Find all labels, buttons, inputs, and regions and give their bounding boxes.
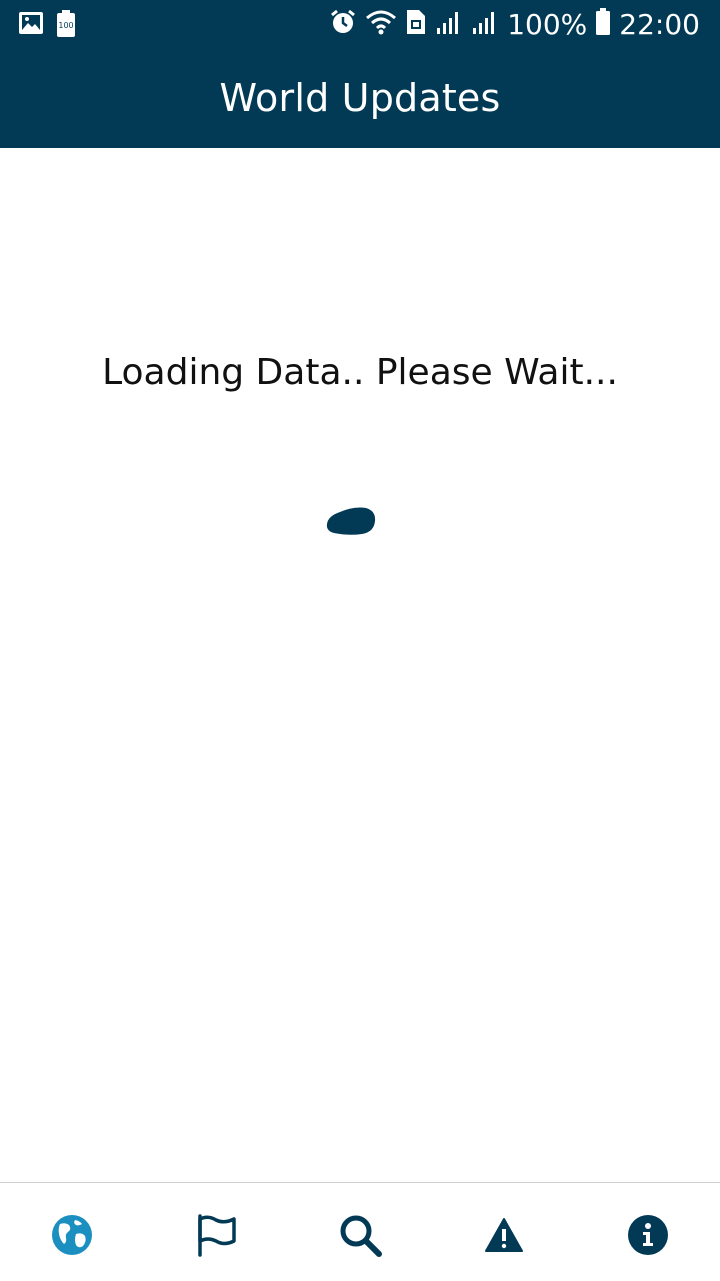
warning-icon [485, 1218, 523, 1252]
nav-search[interactable] [336, 1211, 384, 1259]
image-icon [18, 10, 44, 42]
loading-spinner [326, 507, 376, 535]
battery-icon [595, 8, 611, 40]
flag-icon [198, 1214, 236, 1257]
battery-percent: 100% [507, 7, 588, 41]
battery-saver-icon: 100 [56, 10, 76, 42]
notification-icons: 100 [18, 10, 76, 42]
nav-alerts[interactable] [480, 1211, 528, 1259]
signal-icon [471, 8, 499, 40]
globe-icon [52, 1215, 92, 1255]
loading-message: Loading Data.. Please Wait... [102, 352, 618, 393]
nav-info[interactable] [624, 1211, 672, 1259]
nav-world[interactable] [48, 1211, 96, 1259]
battery-saver-label: 100 [58, 21, 73, 30]
nav-countries[interactable] [192, 1211, 240, 1259]
sim-icon [405, 8, 427, 40]
alarm-icon [329, 8, 357, 40]
app-bar: World Updates [0, 48, 720, 148]
clock: 22:00 [619, 7, 700, 41]
bottom-navigation [0, 1182, 720, 1281]
wifi-icon [365, 8, 397, 40]
signal-icon [435, 8, 463, 40]
info-icon [628, 1215, 668, 1255]
system-icons: 100% 22:00 [329, 6, 700, 42]
status-bar: 100 100% 22:00 [0, 0, 720, 48]
search-icon [340, 1215, 382, 1257]
page-title: World Updates [219, 76, 501, 120]
